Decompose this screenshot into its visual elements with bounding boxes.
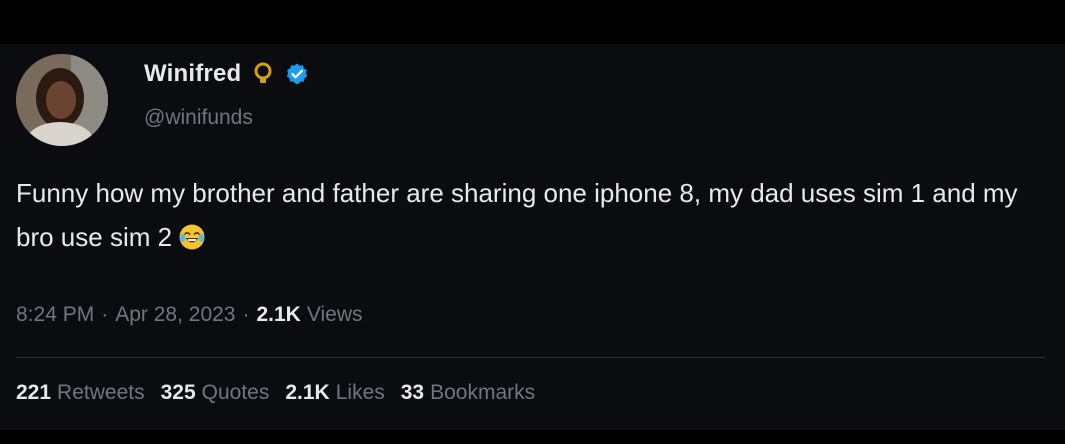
tweet-time[interactable]: 8:24 PM	[16, 303, 94, 327]
likes-label: Likes	[335, 381, 385, 404]
meta-separator: ·	[101, 303, 109, 326]
author-name-row: Winifred	[144, 60, 309, 88]
bookmarks-label: Bookmarks	[430, 381, 536, 404]
lightbulb-icon	[251, 62, 275, 86]
likes-stat[interactable]: 2.1K Likes	[285, 381, 384, 405]
tweet-card: Winifred @winifunds Funny how my brother…	[0, 44, 1065, 430]
divider	[16, 357, 1045, 358]
bookmarks-stat[interactable]: 33 Bookmarks	[401, 381, 535, 405]
views-count: 2.1K	[256, 303, 301, 326]
retweets-count: 221	[16, 381, 52, 404]
quotes-count: 325	[160, 381, 196, 404]
quotes-label: Quotes	[201, 381, 270, 404]
verified-badge-icon[interactable]	[285, 62, 309, 86]
engagement-stats: 221 Retweets 325 Quotes 2.1K Likes 33 Bo…	[16, 381, 535, 405]
retweets-stat[interactable]: 221 Retweets	[16, 381, 145, 405]
retweets-label: Retweets	[57, 381, 145, 404]
meta-separator: ·	[242, 303, 250, 326]
likes-count: 2.1K	[285, 381, 330, 404]
laughing-tears-emoji-icon	[178, 220, 206, 250]
tweet-text: Funny how my brother and father are shar…	[16, 171, 1046, 259]
quotes-stat[interactable]: 325 Quotes	[161, 381, 270, 405]
author-handle[interactable]: @winifunds	[144, 106, 253, 130]
display-name[interactable]: Winifred	[144, 60, 241, 88]
tweet-text-content: Funny how my brother and father are shar…	[16, 178, 1018, 252]
avatar[interactable]	[16, 54, 108, 146]
bookmarks-count: 33	[400, 381, 425, 404]
tweet-date[interactable]: Apr 28, 2023	[115, 303, 235, 327]
views-label: Views	[306, 303, 363, 326]
tweet-meta: 8:24 PM · Apr 28, 2023 · 2.1K Views	[16, 303, 362, 327]
